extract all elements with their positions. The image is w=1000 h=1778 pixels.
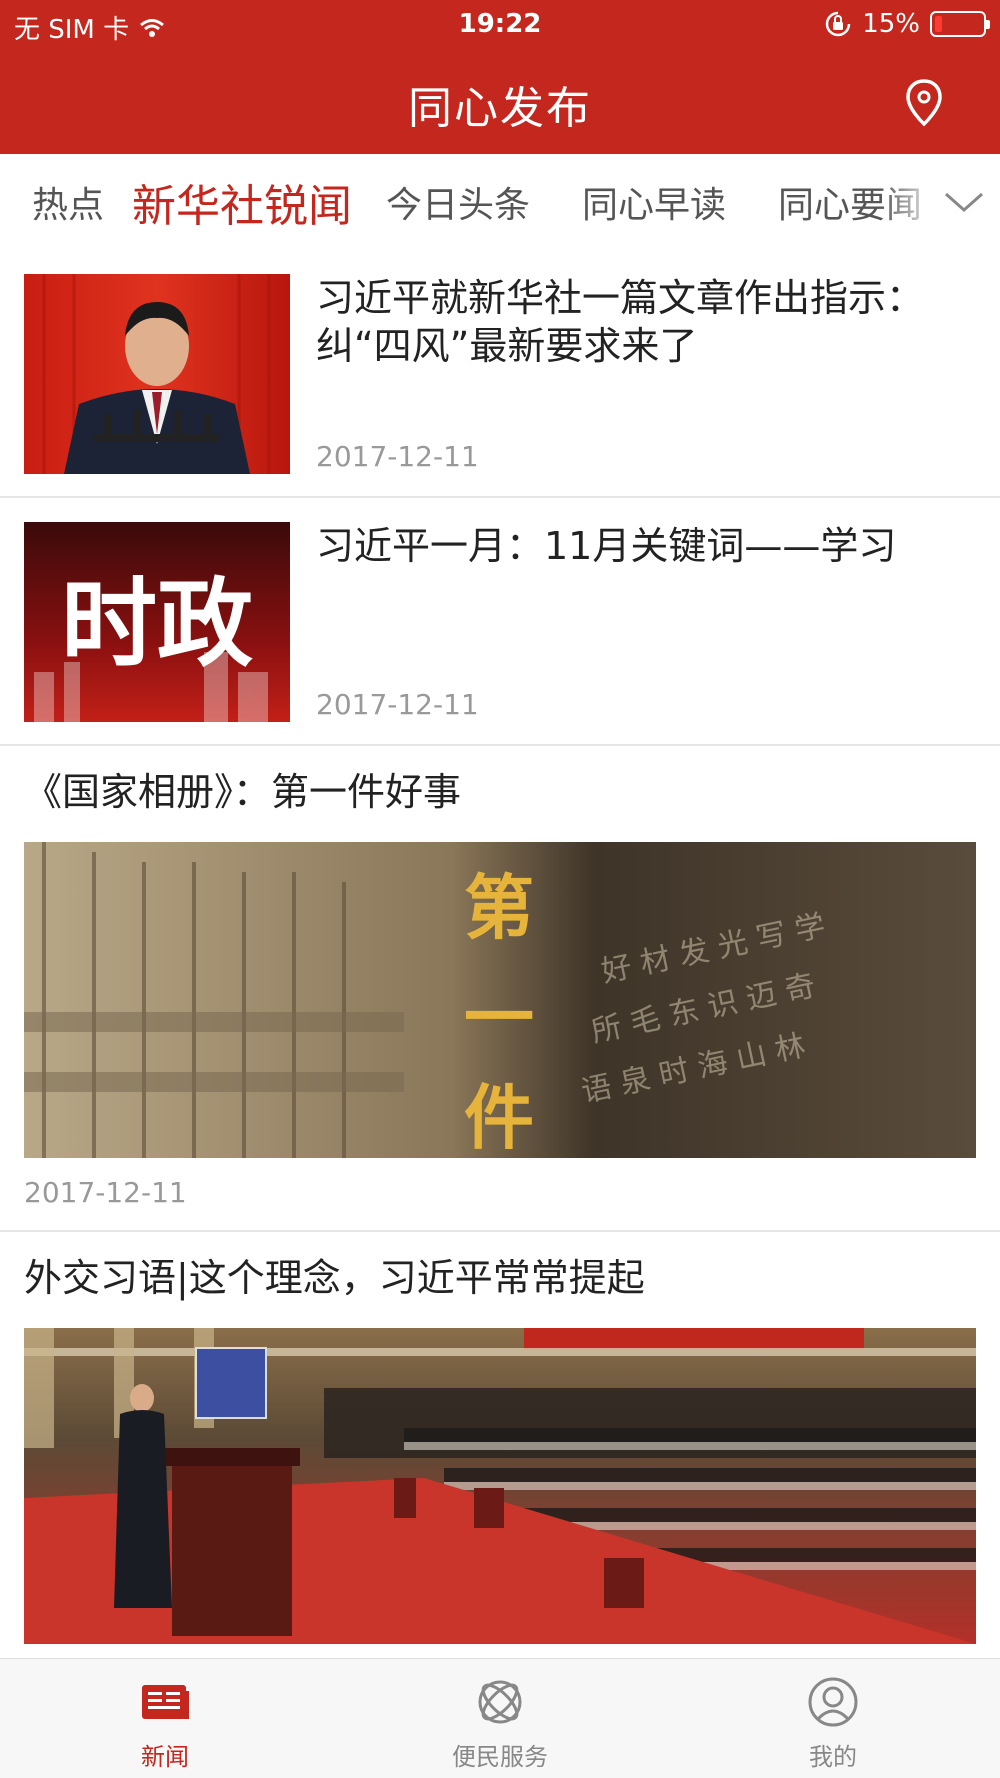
status-bar: 无 SIM 卡 19:22 15% [0, 0, 1000, 50]
app-header: 无 SIM 卡 19:22 15% 同心发布 [0, 0, 1000, 154]
image-caption-3: 件 [464, 1076, 534, 1158]
user-profile-icon [808, 1677, 858, 1727]
news-date: 2017-12-11 [316, 688, 479, 721]
speaker-photo [24, 274, 290, 474]
tab-news[interactable]: 新闻 [75, 1659, 255, 1778]
tab-services-label: 便民服务 [452, 1743, 548, 1771]
bottom-tab-bar: 新闻 便民服务 我的 [0, 1658, 1000, 1778]
battery-percent: 15% [862, 9, 920, 39]
news-image: 好 材 发 光 写 学 所 毛 东 识 迈 奇 语 泉 时 海 山 林 第 一 … [24, 842, 976, 1158]
news-item[interactable]: 习近平就新华社一篇文章作出指示：纠“四风”最新要求来了 2017-12-11 [0, 250, 1000, 498]
image-caption-2: 一 [464, 976, 534, 1059]
location-button[interactable] [904, 78, 944, 128]
news-date: 2017-12-11 [24, 1176, 187, 1209]
great-hall-congress-photo [24, 1328, 976, 1644]
news-title: 外交习语|这个理念，习近平常常提起 [24, 1256, 645, 1300]
status-right: 15% [824, 9, 990, 39]
tab-mine-label: 我的 [809, 1743, 857, 1771]
news-item[interactable]: 时政 习近平一月：11月关键词——学习 2017-12-11 [0, 498, 1000, 746]
chevron-down-icon [945, 192, 983, 213]
image-caption-1: 第 [464, 866, 534, 949]
printing-type-photo: 好 材 发 光 写 学 所 毛 东 识 迈 奇 语 泉 时 海 山 林 第 一 … [24, 842, 976, 1158]
services-orbit-icon [478, 1680, 522, 1724]
shizheng-banner: 时政 [24, 522, 290, 722]
news-date: 2017-12-11 [316, 440, 479, 473]
tab-mine[interactable]: 我的 [743, 1659, 923, 1778]
news-thumbnail [24, 274, 290, 474]
tab-xinhua[interactable]: 新华社锐闻 [132, 170, 352, 234]
rotation-lock-icon [825, 11, 851, 37]
news-title: 《国家相册》：第一件好事 [24, 770, 462, 814]
channel-tabs: 热点 新华社锐闻 今日头条 同心早读 同心要闻 [0, 154, 1000, 250]
tab-today-headlines[interactable]: 今日头条 [386, 176, 530, 228]
news-thumbnail: 时政 [24, 522, 290, 722]
news-item[interactable]: 《国家相册》：第一件好事 好 材 发 光 写 学 所 毛 东 识 迈 奇 语 泉… [0, 746, 1000, 1232]
shizheng-text: 时政 [61, 567, 253, 680]
news-title: 习近平就新华社一篇文章作出指示：纠“四风”最新要求来了 [316, 276, 925, 368]
newspaper-icon [142, 1685, 189, 1719]
news-item[interactable]: 外交习语|这个理念，习近平常常提起 [0, 1232, 1000, 1658]
tab-news-label: 新闻 [141, 1743, 189, 1771]
page-title: 同心发布 [408, 83, 592, 134]
news-title: 习近平一月：11月关键词——学习 [316, 524, 897, 568]
expand-tabs-button[interactable] [928, 154, 1000, 250]
tab-morning-read[interactable]: 同心早读 [582, 176, 726, 228]
news-image [24, 1328, 976, 1644]
tab-services[interactable]: 便民服务 [410, 1659, 590, 1778]
battery-icon [930, 11, 990, 37]
location-pin-icon [906, 79, 942, 127]
tab-hot[interactable]: 热点 [32, 176, 104, 228]
